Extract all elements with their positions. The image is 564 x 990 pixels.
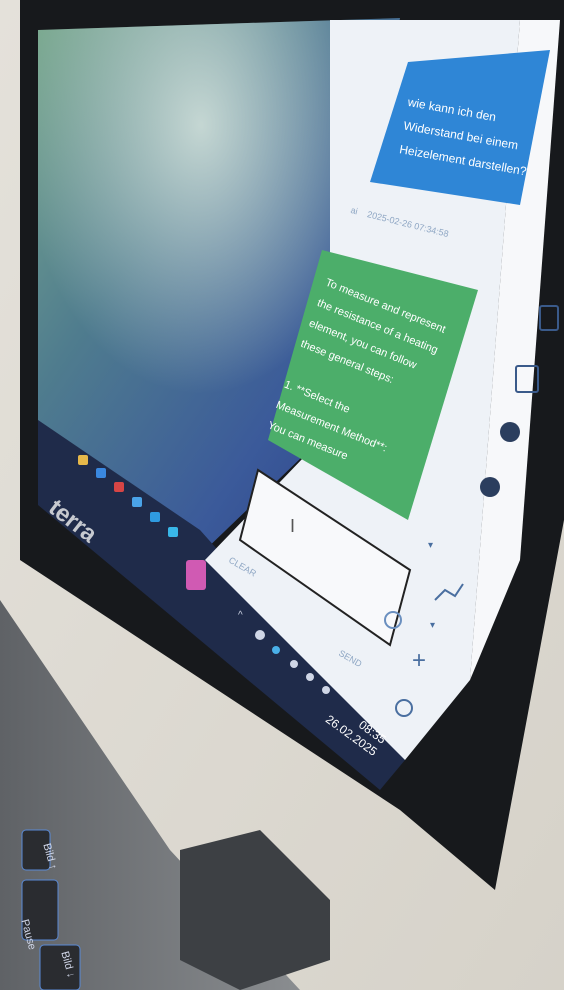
chevron-down-icon[interactable]: ▾ (428, 540, 433, 551)
tray-chevron-icon[interactable]: ^ (238, 610, 243, 621)
wifi-icon[interactable] (290, 660, 298, 668)
battery-icon[interactable] (322, 686, 330, 694)
app-tray-icon[interactable] (272, 646, 280, 654)
volume-icon[interactable] (306, 673, 314, 681)
app-icon[interactable] (114, 482, 124, 492)
app-icon[interactable] (168, 527, 178, 537)
cloud-icon[interactable] (255, 630, 265, 640)
globe-icon[interactable] (500, 422, 520, 442)
plus-icon[interactable]: + (412, 647, 426, 674)
ai-label: ai (349, 205, 359, 217)
app-icon[interactable] (150, 512, 160, 522)
app-icon[interactable] (96, 468, 106, 478)
app-icon[interactable] (186, 560, 206, 590)
chevron-down-icon[interactable]: ▾ (430, 620, 435, 631)
text-cursor-icon: I (290, 516, 295, 536)
globe-icon[interactable] (480, 477, 500, 497)
app-icon[interactable] (78, 455, 88, 465)
app-icon[interactable] (132, 497, 142, 507)
